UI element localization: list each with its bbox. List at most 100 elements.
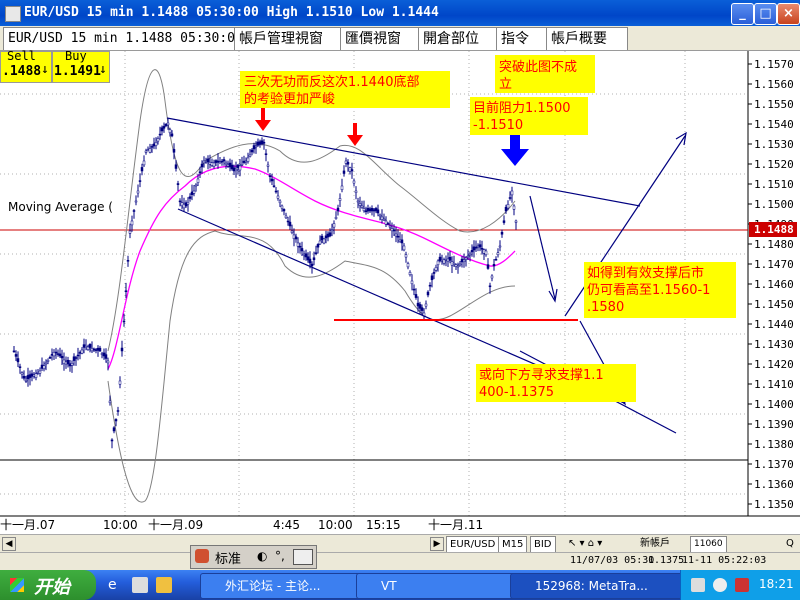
candle-body [64, 361, 68, 365]
candle-body [244, 160, 248, 163]
candle-body [298, 246, 302, 248]
task-vt[interactable]: VT [356, 573, 528, 599]
price-tick-label: 1.1360 [754, 478, 794, 491]
candle-body [114, 419, 118, 422]
candle-body [202, 160, 206, 164]
candle-body [248, 154, 252, 157]
candle-body [234, 169, 238, 171]
ime-toolbar[interactable]: 标准 ◐ °, [190, 545, 317, 569]
candle-body [142, 160, 146, 166]
ime-mode-label[interactable]: 标准 [215, 548, 241, 567]
cursor-tools-icon[interactable]: ↖ ▾ ⌂ ▾ [568, 536, 628, 551]
tab-account-manager[interactable]: 帳戶管理視窗 [234, 27, 344, 50]
candle-body [418, 304, 422, 309]
ime-punct-icon[interactable]: °, [275, 549, 285, 563]
keyboard-icon[interactable] [293, 549, 313, 565]
candle-body [502, 220, 506, 223]
tab-quotes[interactable]: 匯價視窗 [340, 27, 422, 50]
tray-volume-icon[interactable] [713, 578, 727, 592]
desktop-icon[interactable] [132, 577, 148, 593]
task-forum[interactable]: 外汇论坛 - 主论... [200, 573, 376, 599]
tab-open-positions[interactable]: 開倉部位 [418, 27, 500, 50]
candle-body [382, 218, 386, 221]
candle-body [252, 145, 256, 150]
candle-body [116, 410, 120, 412]
candle-body [86, 346, 90, 350]
candle-body [56, 353, 60, 355]
candle-body [180, 202, 184, 207]
buy-button[interactable]: Buy 1.1491 ↓ [52, 49, 110, 83]
candle-body [404, 254, 408, 258]
candle-body [402, 245, 406, 251]
candle-body [44, 362, 48, 365]
candle-body [476, 245, 480, 248]
candle-body [330, 229, 334, 232]
price-chart[interactable]: 1.1570 1.1560 1.1550 1.1540 1.1530 1.1520 1.15… [0, 51, 800, 531]
tray-network-icon[interactable] [691, 578, 705, 592]
ie-icon[interactable]: e [108, 577, 124, 593]
maximize-button[interactable]: □ [754, 3, 777, 25]
sell-button[interactable]: Sell .1488 ↓ [0, 49, 52, 83]
period-button[interactable]: M15 [498, 536, 528, 553]
candle-body [16, 358, 20, 363]
annotation-5: 或向下方寻求支撑1.1 400-1.1375 [476, 364, 636, 402]
start-button[interactable]: 开始 [0, 570, 96, 600]
candle-body [324, 235, 328, 239]
candle-body [342, 170, 346, 174]
price-tick-label: 1.1400 [754, 398, 794, 411]
candle-body [472, 246, 476, 251]
status-value: 1.1375 [648, 555, 685, 566]
candle-body [306, 256, 310, 261]
tray-app-icon[interactable] [735, 578, 749, 592]
candle-body [110, 439, 114, 442]
candle-body [500, 231, 504, 235]
svg-text:.1580: .1580 [587, 300, 624, 315]
candle-body [280, 205, 284, 209]
candle-body [130, 220, 134, 226]
candle-body [170, 133, 174, 137]
candle-body [332, 223, 336, 228]
help-button[interactable]: Q [786, 536, 794, 551]
candle-body [416, 302, 420, 307]
candle-body [478, 244, 482, 248]
new-account-label[interactable]: 新帳戶 [640, 536, 670, 551]
candle-body [322, 238, 326, 244]
ime-moon-icon[interactable]: ◐ [257, 549, 267, 563]
annotation-4: 如得到有效支撑后市 仍可看高至1.1560-1 .1580 [584, 262, 736, 318]
chart-scrollbar[interactable]: ◀ ▶ EUR/USD M15 BID ↖ ▾ ⌂ ▾ 新帳戶 11060 Q [0, 534, 800, 553]
tab-chart[interactable]: EUR/USD 15 min 1.1488 05:30:00 [3, 27, 243, 50]
scroll-right-icon[interactable]: ▶ [430, 537, 444, 551]
annotation-2: 突破此图不成 立 [495, 55, 595, 93]
candle-body [390, 228, 394, 232]
candle-body [62, 359, 66, 364]
candle-body [454, 264, 458, 267]
candle-body [420, 307, 424, 311]
tab-account-summary[interactable]: 帳戶概要 [546, 27, 628, 50]
scroll-left-icon[interactable]: ◀ [2, 537, 16, 551]
candle-body [42, 365, 46, 370]
bid-button[interactable]: BID [530, 536, 556, 553]
minimize-button[interactable]: _ [731, 3, 754, 25]
candle-body [254, 145, 258, 148]
candle-body [208, 161, 212, 165]
candle-body [334, 217, 338, 219]
price-tick-label: 1.1350 [754, 498, 794, 511]
candle-body [344, 160, 348, 164]
quicklaunch-icon[interactable] [156, 577, 172, 593]
candle-body [74, 357, 78, 359]
close-button[interactable]: × [777, 3, 800, 25]
app-icon [5, 6, 21, 22]
candle-body [366, 207, 370, 212]
candle-body [230, 164, 234, 170]
price-tick-label: 1.1370 [754, 458, 794, 471]
candle-body [358, 203, 362, 206]
candle-body [178, 200, 182, 203]
task-metatrader[interactable]: 152968: MetaTra... [510, 573, 686, 599]
tab-orders[interactable]: 指令 [496, 27, 550, 50]
candle-body [188, 196, 192, 199]
candle-body [350, 169, 354, 172]
candle-body [148, 148, 152, 153]
candle-body [346, 162, 350, 165]
candle-body [182, 204, 186, 209]
symbol-button[interactable]: EUR/USD [446, 536, 500, 553]
